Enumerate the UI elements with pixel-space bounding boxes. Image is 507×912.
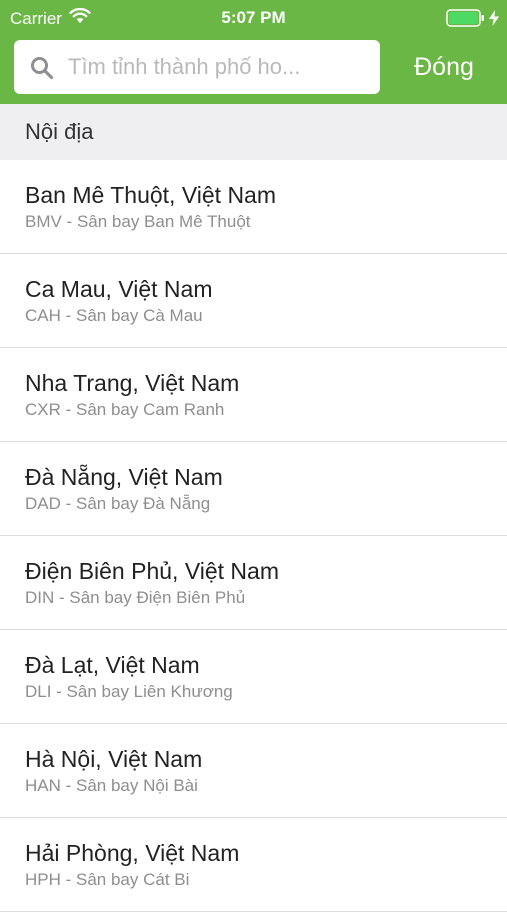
list-item[interactable]: Hải Phòng, Việt Nam HPH - Sân bay Cát Bi [0, 818, 507, 912]
airport-name: CAH - Sân bay Cà Mau [25, 306, 203, 325]
airport-city: Hà Nội, Việt Nam [25, 746, 203, 772]
list-item[interactable]: Ban Mê Thuột, Việt Nam BMV - Sân bay Ban… [0, 160, 507, 254]
airport-city: Đà Nẵng, Việt Nam [25, 464, 223, 490]
battery-icon [446, 9, 486, 32]
airport-city: Nha Trang, Việt Nam [25, 370, 240, 396]
search-input[interactable] [68, 40, 368, 94]
list-item[interactable]: Đà Lạt, Việt Nam DLI - Sân bay Liên Khươ… [0, 630, 507, 724]
airport-city: Đà Lạt, Việt Nam [25, 652, 200, 678]
list-item[interactable]: Ca Mau, Việt Nam CAH - Sân bay Cà Mau [0, 254, 507, 348]
airport-city: Hải Phòng, Việt Nam [25, 840, 240, 866]
list-item[interactable]: Hà Nội, Việt Nam HAN - Sân bay Nội Bài [0, 724, 507, 818]
airport-name: DIN - Sân bay Điện Biên Phủ [25, 588, 246, 607]
airport-city: Ca Mau, Việt Nam [25, 276, 213, 302]
list-item[interactable]: Đà Nẵng, Việt Nam DAD - Sân bay Đà Nẵng [0, 442, 507, 536]
list-item[interactable]: Điện Biên Phủ, Việt Nam DIN - Sân bay Đi… [0, 536, 507, 630]
close-button[interactable]: Đóng [398, 40, 490, 94]
airport-name: HAN - Sân bay Nội Bài [25, 776, 198, 795]
search-icon [30, 56, 54, 80]
airport-name: CXR - Sân bay Cam Ranh [25, 400, 225, 419]
search-row: Đóng [0, 40, 507, 96]
section-header-domestic: Nội địa [0, 104, 507, 160]
nav-header: Carrier 5:07 PM Tìm tỉnh thành phố ho...… [0, 0, 507, 104]
search-box[interactable] [14, 40, 380, 94]
airport-name: DAD - Sân bay Đà Nẵng [25, 494, 211, 513]
airport-name: DLI - Sân bay Liên Khương [25, 682, 233, 701]
airport-list: Ban Mê Thuột, Việt Nam BMV - Sân bay Ban… [0, 160, 507, 912]
airport-city: Ban Mê Thuột, Việt Nam [25, 182, 277, 208]
airport-name: BMV - Sân bay Ban Mê Thuột [25, 212, 251, 231]
battery-indicator [446, 9, 499, 32]
status-time: 5:07 PM [221, 8, 286, 27]
status-bar: Carrier 5:07 PM [0, 0, 507, 36]
charging-bolt-icon [489, 10, 499, 31]
list-item[interactable]: Nha Trang, Việt Nam CXR - Sân bay Cam Ra… [0, 348, 507, 442]
airport-name: HPH - Sân bay Cát Bi [25, 870, 190, 889]
airport-city: Điện Biên Phủ, Việt Nam [25, 558, 279, 584]
